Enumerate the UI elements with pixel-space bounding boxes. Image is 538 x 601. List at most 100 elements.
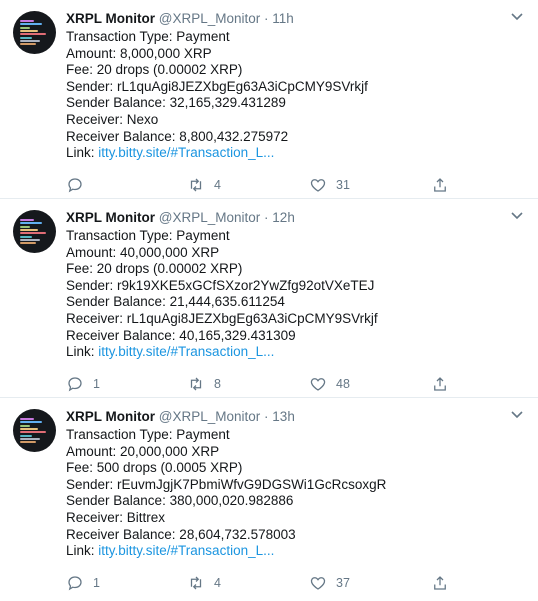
avatar[interactable] (13, 409, 56, 452)
like-count: 37 (336, 576, 350, 590)
transaction-link[interactable]: itty.bitty.site/#Transaction_L... (98, 344, 274, 359)
reply-button[interactable]: 1 (66, 374, 100, 394)
tweet-actions: 1 8 48 (66, 374, 466, 394)
tweet-link-line: Link: itty.bitty.site/#Transaction_L... (66, 543, 508, 560)
tweet-line: Sender Balance: 32,165,329.431289 (66, 95, 286, 111)
like-count: 31 (336, 178, 350, 192)
avatar-art-line (20, 427, 38, 430)
tweet-line: Amount: 40,000,000 XRP (66, 244, 220, 260)
avatar-art-line (20, 20, 34, 22)
timestamp[interactable]: 12h (272, 210, 295, 225)
share-button[interactable] (431, 374, 449, 394)
retweet-count: 4 (214, 178, 221, 192)
retweet-count: 8 (214, 377, 221, 391)
timestamp[interactable]: 13h (272, 409, 295, 424)
link-label: Link: (66, 145, 99, 161)
reply-button[interactable]: 1 (66, 573, 100, 593)
avatar-art-line (20, 29, 38, 32)
tweet[interactable]: XRPL Monitor @XRPL_Monitor · 12h Transac… (0, 199, 538, 398)
avatar-art-line (20, 26, 30, 29)
tweet-body: XRPL Monitor @XRPL_Monitor · 13h Transac… (66, 408, 508, 560)
like-button[interactable]: 37 (309, 573, 350, 593)
tweet-line: Transaction Type: Payment (66, 427, 230, 442)
tweet-line: Receiver: Nexo (66, 111, 159, 127)
avatar-art-line (20, 225, 30, 228)
avatar-art-line (20, 421, 42, 424)
retweet-icon (190, 377, 202, 391)
retweet-button[interactable]: 4 (187, 175, 221, 195)
share-button[interactable] (431, 573, 449, 593)
avatar-art-line (20, 434, 32, 437)
share-button[interactable] (431, 175, 449, 195)
tweet-text: Transaction Type: Payment Amount: 40,000… (66, 228, 508, 361)
separator-dot: · (264, 11, 269, 26)
tweet-feed: XRPL Monitor @XRPL_Monitor · 11h Transac… (0, 0, 538, 601)
avatar-art-line (20, 222, 42, 225)
display-name[interactable]: XRPL Monitor (66, 11, 155, 26)
retweet-count: 4 (214, 576, 221, 590)
tweet-line: Transaction Type: Payment (66, 228, 230, 243)
avatar[interactable] (13, 210, 56, 253)
user-handle[interactable]: @XRPL_Monitor (159, 11, 261, 26)
tweet[interactable]: XRPL Monitor @XRPL_Monitor · 11h Transac… (0, 0, 538, 199)
tweet-line: Fee: 20 drops (0.00002 XRP) (66, 62, 243, 78)
retweet-icon (190, 178, 202, 192)
tweet-line: Sender Balance: 380,000,020.982886 (66, 493, 294, 509)
retweet-button[interactable]: 4 (187, 573, 221, 593)
share-icon (434, 377, 446, 391)
tweet-actions: 1 4 37 (66, 573, 466, 593)
tweet-line: Transaction Type: Payment (66, 29, 230, 44)
tweet-line: Receiver: Bittrex (66, 509, 166, 525)
transaction-link[interactable]: itty.bitty.site/#Transaction_L... (98, 145, 274, 160)
avatar-art-line (20, 219, 34, 221)
share-icon (434, 178, 446, 192)
avatar-art-line (20, 424, 30, 427)
chevron-down-icon[interactable] (510, 410, 524, 420)
tweet-body: XRPL Monitor @XRPL_Monitor · 12h Transac… (66, 209, 508, 361)
heart-icon (310, 577, 326, 590)
tweet-line: Receiver: rL1quAgi8JEZXbgEg63A3iCpCMY9SV… (66, 310, 378, 326)
avatar-art-line (20, 36, 32, 39)
user-handle[interactable]: @XRPL_Monitor (159, 409, 261, 424)
display-name[interactable]: XRPL Monitor (66, 409, 155, 424)
like-button[interactable]: 48 (309, 374, 350, 394)
link-label: Link: (66, 543, 99, 559)
tweet-link-line: Link: itty.bitty.site/#Transaction_L... (66, 344, 508, 361)
retweet-icon (190, 576, 202, 590)
tweet-line: Sender: rEuvmJgjK7PbmiWfvG9DGSWi1GcRcsox… (66, 476, 387, 492)
tweet-header: XRPL Monitor @XRPL_Monitor · 13h (66, 408, 508, 426)
tweet-line: Sender: r9k19XKE5xGCfSXzor2YwZfg92otVXeT… (66, 277, 375, 293)
tweet-line: Amount: 20,000,000 XRP (66, 443, 220, 459)
avatar-art-line (20, 39, 40, 42)
like-button[interactable]: 31 (309, 175, 350, 195)
display-name[interactable]: XRPL Monitor (66, 210, 155, 225)
chevron-down-icon[interactable] (510, 12, 524, 22)
avatar-art-line (20, 431, 46, 434)
tweet-header: XRPL Monitor @XRPL_Monitor · 12h (66, 209, 508, 227)
tweet-actions: 4 31 (66, 175, 466, 195)
tweet-text: Transaction Type: Payment Amount: 20,000… (66, 427, 508, 560)
tweet-line: Fee: 500 drops (0.0005 XRP) (66, 460, 243, 476)
avatar-art-line (20, 228, 38, 231)
reply-button[interactable] (66, 175, 93, 195)
retweet-button[interactable]: 8 (187, 374, 221, 394)
chevron-down-icon[interactable] (510, 211, 524, 221)
timestamp[interactable]: 11h (272, 11, 294, 26)
tweet[interactable]: XRPL Monitor @XRPL_Monitor · 13h Transac… (0, 398, 538, 597)
tweet-line: Amount: 8,000,000 XRP (66, 45, 212, 61)
tweet-line: Fee: 20 drops (0.00002 XRP) (66, 261, 243, 277)
avatar-art-line (20, 441, 36, 444)
tweet-header: XRPL Monitor @XRPL_Monitor · 11h (66, 10, 508, 28)
separator-dot: · (264, 409, 269, 424)
transaction-link[interactable]: itty.bitty.site/#Transaction_L... (98, 543, 274, 558)
tweet-text: Transaction Type: Payment Amount: 8,000,… (66, 29, 508, 162)
avatar-art-line (20, 235, 32, 238)
avatar[interactable] (13, 11, 56, 54)
reply-icon (68, 377, 82, 392)
tweet-line: Receiver Balance: 28,604,732.578003 (66, 526, 296, 542)
separator-dot: · (264, 210, 269, 225)
avatar-art-line (20, 232, 46, 235)
link-label: Link: (66, 344, 99, 360)
user-handle[interactable]: @XRPL_Monitor (159, 210, 261, 225)
like-count: 48 (336, 377, 350, 391)
